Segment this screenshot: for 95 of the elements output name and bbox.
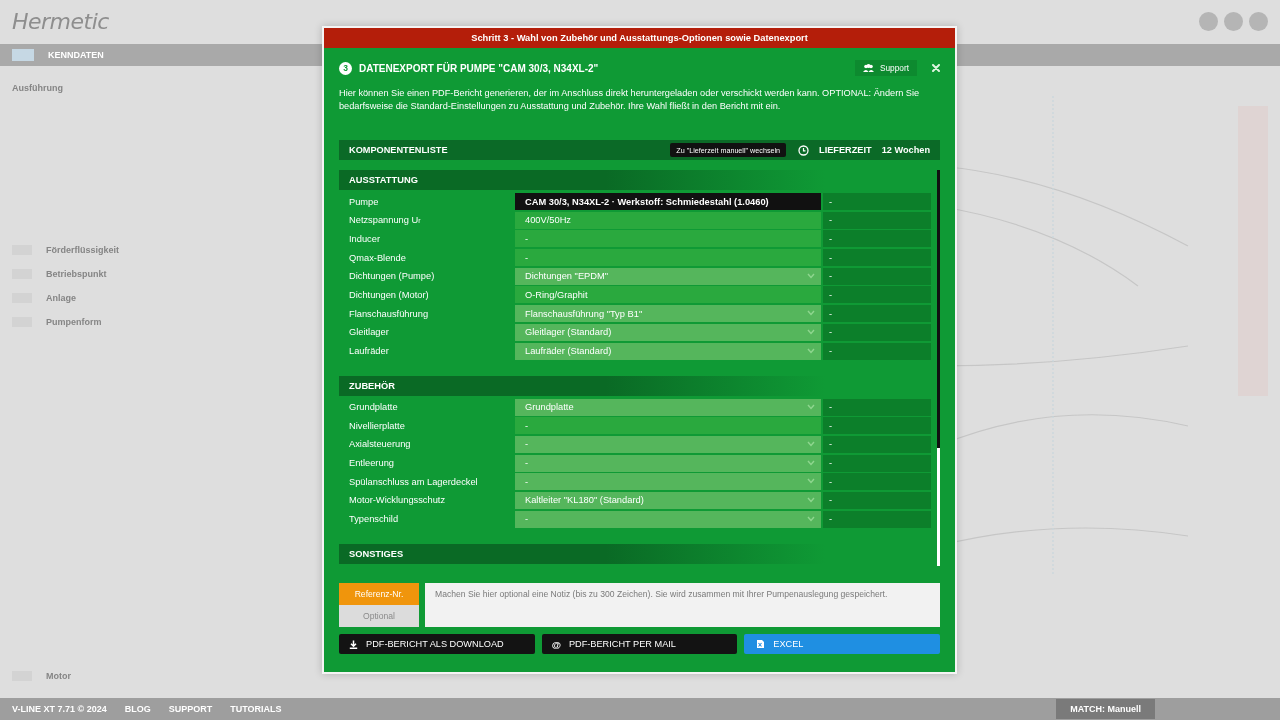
value-field: - xyxy=(823,230,931,248)
panel-tab[interactable]: KENNDATEN xyxy=(48,49,104,60)
field-label: Laufräder xyxy=(348,345,390,358)
pump-value-field: CAM 30/3, N34XL-2 · Werkstoff: Schmiedestahl (1.0460) xyxy=(515,193,821,210)
value-field: - xyxy=(823,510,931,528)
field-label: Spülanschluss am Lagerdeckel xyxy=(348,475,479,489)
chevron-down-icon xyxy=(807,347,815,354)
value-field: - xyxy=(823,491,931,509)
field-label: Dichtungen (Motor) xyxy=(348,288,430,302)
chevron-down-icon xyxy=(807,515,815,522)
excel-button[interactable]: EXCEL xyxy=(744,634,940,654)
field-label: Dichtungen (Pumpe) xyxy=(348,270,436,284)
value-field: O-Ring/Graphit xyxy=(515,286,821,304)
chevron-down-icon xyxy=(807,403,815,410)
clock-icon xyxy=(798,144,810,156)
field-label: Nivellierplatte xyxy=(348,419,406,433)
field-label: Flanschausführung xyxy=(348,307,430,321)
dropdown[interactable]: - xyxy=(515,473,821,491)
scrollbar[interactable] xyxy=(937,170,940,566)
dropdown[interactable]: Kaltleiter "KL180" (Standard) xyxy=(515,491,821,509)
round-toolbar-icon[interactable] xyxy=(1249,12,1268,32)
dialog-title: DATENEXPORT FÜR PUMPE "CAM 30/3, N34XL-2" xyxy=(359,62,600,74)
chevron-down-icon xyxy=(807,496,815,503)
field-label: Grundplatte xyxy=(348,401,399,414)
chevron-down-icon xyxy=(807,272,815,279)
mail-button[interactable]: @ PDF-BERICHT PER MAIL xyxy=(541,634,738,654)
section-heading: Pumpenform xyxy=(46,317,102,328)
at-sign-icon: @ xyxy=(551,638,561,650)
chevron-down-icon xyxy=(807,459,815,466)
value-field: - xyxy=(823,286,931,304)
value-field: - xyxy=(823,211,931,229)
tab[interactable]: Referenz-Nr. xyxy=(339,583,419,605)
footer-link[interactable]: SUPPORT xyxy=(168,704,213,715)
match-status: MATCH: Manuell xyxy=(1056,699,1155,720)
value-field: 400V/50Hz xyxy=(515,211,821,229)
delivery-label: LIEFERZEIT xyxy=(819,145,872,155)
support-button[interactable]: Support xyxy=(854,60,917,76)
field-label: Entleerung xyxy=(348,457,395,471)
tab-number-chip xyxy=(12,48,34,61)
chevron-down-icon xyxy=(807,478,815,485)
section-heading: Motor xyxy=(46,671,71,682)
download-button[interactable]: PDF-BERICHT ALS DOWNLOAD xyxy=(339,634,535,654)
field-label: Axialsteuerung xyxy=(348,438,412,452)
section-heading: Betriebspunkt xyxy=(46,269,107,280)
value-field: - xyxy=(823,473,931,491)
delivery-value: 12 Wochen xyxy=(881,145,930,155)
value-field: - xyxy=(823,417,931,435)
dropdown[interactable]: - xyxy=(515,454,821,472)
chevron-down-icon xyxy=(807,440,815,447)
field-label: Qmax-Blende xyxy=(348,251,407,265)
field-label: Inducer xyxy=(348,232,381,246)
tab[interactable]: Optional xyxy=(339,605,419,627)
field-label: Motor-Wicklungsschutz xyxy=(348,494,447,508)
value-field: - xyxy=(515,230,821,248)
dropdown[interactable]: Laufräder (Standard) xyxy=(515,342,821,360)
value-field: - xyxy=(823,435,931,453)
chevron-down-icon xyxy=(807,310,815,317)
dropdown[interactable]: Dichtungen "EPDM" xyxy=(515,267,821,285)
list-title: KOMPONENTENLISTE xyxy=(349,145,449,155)
footer-link[interactable]: TUTORIALS xyxy=(230,704,282,715)
dropdown[interactable]: Flanschausführung "Typ B1" xyxy=(515,305,821,323)
value-field: - xyxy=(823,267,931,285)
field-label: Pumpe xyxy=(348,195,380,209)
chevron-down-icon xyxy=(807,328,815,335)
value-field: - xyxy=(823,305,931,323)
step-banner: Schritt 3 - Wahl von Zubehör und Ausstattungs-Optionen sowie Datenexport xyxy=(324,28,955,48)
step-number-badge: 3 xyxy=(339,61,352,75)
version-text: V-LINE XT 7.71 © 2024 xyxy=(12,704,107,715)
value-field: - xyxy=(823,249,931,267)
field-label: Typenschild xyxy=(348,513,400,527)
dropdown[interactable]: Gleitlager (Standard) xyxy=(515,323,821,341)
value-field: - xyxy=(823,193,931,210)
description-text: Hier können Sie einen PDF-Bericht generieren, der im Anschluss direkt heruntergeladen oder verschickt werden kann. OPTIONAL: Ändern Sie bedarfsweise die Standard-Einstellungen zu Ausstattung und Zubehör. Ihre Wahl fließt in den Bericht mit ein. xyxy=(339,87,921,112)
close-icon[interactable] xyxy=(932,64,940,72)
value-field: - xyxy=(515,417,821,435)
section-heading: Förderflüssigkeit xyxy=(46,245,119,256)
download-icon xyxy=(349,639,358,649)
dropdown[interactable]: - xyxy=(515,435,821,453)
section-heading: Anlage xyxy=(46,293,76,304)
note-input-field[interactable]: Machen Sie hier optional eine Notiz (bis zu 300 Zeichen). Sie wird zusammen mit Ihrer Pumpenauslegung gespeichert. xyxy=(425,583,940,627)
field-label: Gleitlager xyxy=(348,326,390,340)
round-toolbar-icon[interactable] xyxy=(1224,12,1243,32)
value-field: - xyxy=(823,398,931,416)
value-field: - xyxy=(515,249,821,267)
section-heading: Ausführung xyxy=(12,83,63,94)
dropdown[interactable]: - xyxy=(515,510,821,528)
spreadsheet-icon xyxy=(756,639,766,649)
round-toolbar-icon[interactable] xyxy=(1199,12,1218,32)
logo: Hermetic xyxy=(12,9,109,35)
value-field: - xyxy=(823,454,931,472)
value-field: - xyxy=(823,323,931,341)
footer-link[interactable]: BLOG xyxy=(124,704,151,715)
value-field: - xyxy=(823,342,931,360)
dropdown[interactable]: Grundplatte xyxy=(515,398,821,416)
people-icon xyxy=(862,64,874,72)
